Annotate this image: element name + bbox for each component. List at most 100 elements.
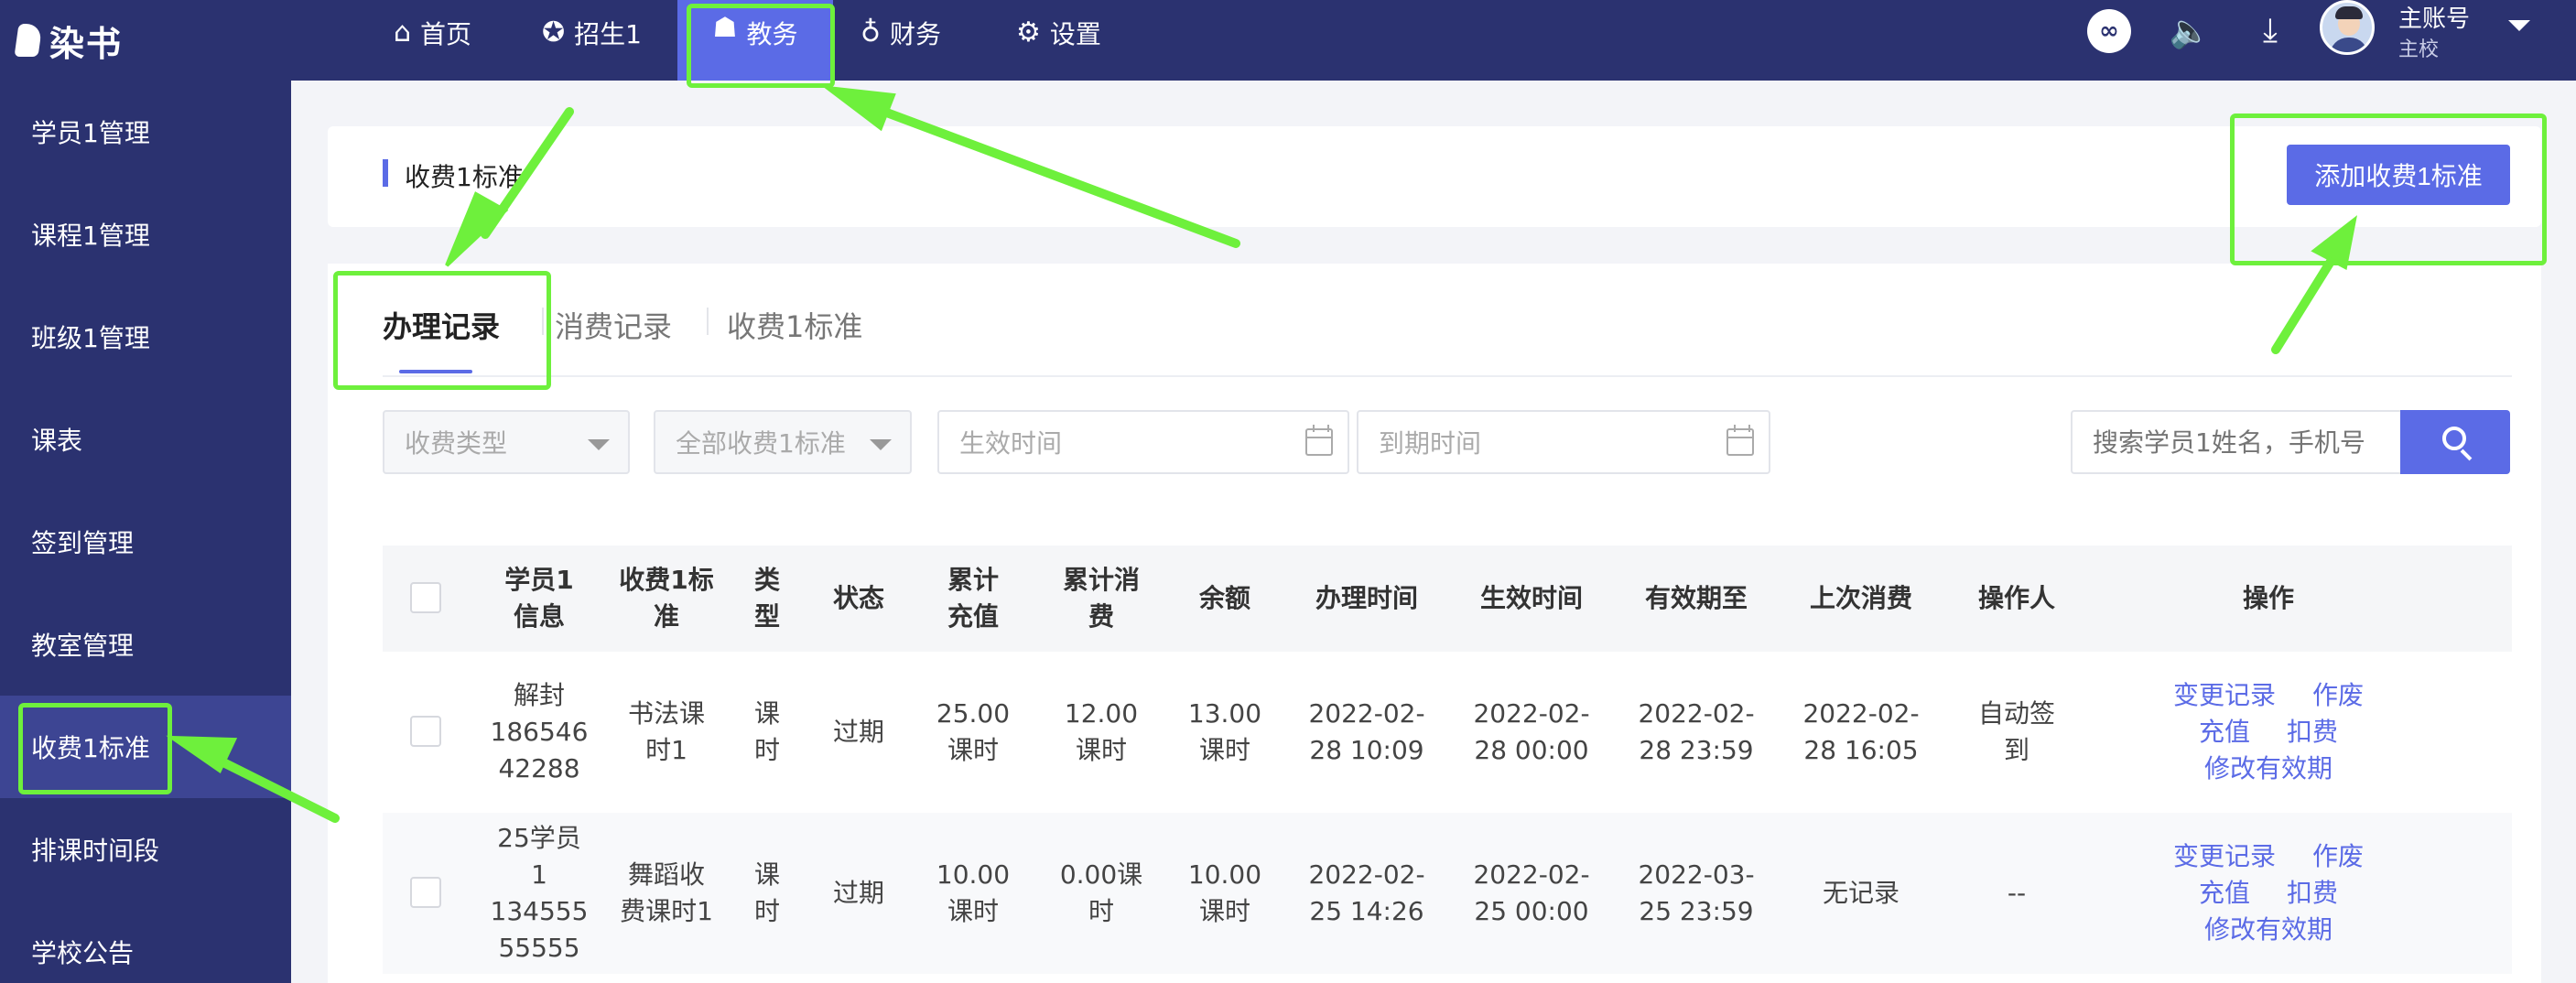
edit-validity-link[interactable]: 修改有效期: [2204, 751, 2332, 787]
sidebar-item-schedule-slots[interactable]: 排课时间段: [0, 798, 291, 901]
fee-type-select[interactable]: 收费类型: [383, 410, 630, 474]
nav-recruit[interactable]: ✪ 招生1: [542, 0, 642, 66]
nav-settings[interactable]: ⚙ 设置: [1016, 0, 1101, 66]
header-status: 状态: [832, 583, 884, 613]
chevron-down-icon: [588, 439, 610, 450]
speaker-icon[interactable]: 🔈: [2168, 9, 2212, 53]
deduct-link[interactable]: 扣费: [2287, 714, 2338, 751]
cell-balance: 10.00 课时: [1187, 859, 1262, 926]
cell-fee-standard: 舞蹈收 费课时1: [620, 859, 713, 926]
fee-standard-select[interactable]: 全部收费1标准: [654, 410, 912, 474]
header-operator: 操作人: [1977, 583, 2055, 613]
change-history-link[interactable]: 变更记录: [2173, 677, 2276, 714]
main-content: 收费1标准 添加收费1标准 办理记录 消费记录 收费1标准 收费类型 全部收费1…: [291, 81, 2576, 983]
tab-consumption-records[interactable]: 消费记录: [555, 304, 672, 346]
nav-finance[interactable]: ♁ 财务: [860, 0, 941, 66]
sidebar-item-classrooms[interactable]: 教室管理: [0, 593, 291, 696]
table-header: 学员1 信息 收费1标准 类型 状态 累计 充值 累计消费 余额 办理时间 生效时间…: [383, 546, 2512, 652]
sidebar-item-students[interactable]: 学员1管理: [0, 81, 291, 183]
expiry-date-placeholder: 到期时间: [1379, 428, 1482, 459]
header-total-recharge: 累计 充值: [947, 565, 999, 632]
tab-fee-standard[interactable]: 收费1标准: [727, 304, 862, 346]
top-navigation-bar: 染书 ⌂ 首页 ✪ 招生1 ☗ 教务 ♁ 财务 ⚙ 设置 ∞ 🔈 ⤓ 主账号 主…: [0, 0, 2576, 81]
chevron-down-icon[interactable]: [2508, 20, 2530, 31]
tab-bar: 办理记录 消费记录 收费1标准: [383, 264, 2512, 377]
sidebar-item-timetable[interactable]: 课表: [0, 388, 291, 491]
nav-academic-label: 教务: [746, 19, 798, 49]
account-school: 主校: [2398, 38, 2440, 61]
sidebar-item-label: 班级1管理: [31, 323, 150, 353]
chevron-down-icon: [870, 439, 892, 450]
nav-home[interactable]: ⌂ 首页: [394, 0, 471, 66]
sidebar-item-fee-standard[interactable]: 收费1标准: [0, 696, 291, 798]
nav-academic[interactable]: ☗ 教务: [677, 0, 833, 81]
cell-operator: 自动签到: [1977, 698, 2055, 765]
expiry-date-picker[interactable]: 到期时间: [1357, 410, 1770, 474]
edit-validity-link[interactable]: 修改有效期: [2204, 912, 2332, 948]
tab-divider: [542, 308, 544, 335]
recharge-link[interactable]: 充值: [2199, 714, 2250, 751]
student-search-input[interactable]: [2071, 410, 2402, 474]
nav-home-label: 首页: [420, 19, 472, 49]
sidebar-item-announcements[interactable]: 学校公告: [0, 901, 291, 983]
download-icon[interactable]: ⤓: [2248, 9, 2292, 53]
sidebar-item-classes[interactable]: 班级1管理: [0, 286, 291, 388]
graduation-cap-icon: ☗: [712, 12, 738, 44]
search-icon-handle: [2460, 448, 2473, 461]
header-fee-standard: 收费1标准: [619, 565, 714, 632]
row-checkbox[interactable]: [410, 716, 441, 747]
cell-total-consumed: 0.00课时: [1059, 859, 1143, 926]
cell-last-consume: 无记录: [1822, 878, 1900, 908]
row-actions: 变更记录 作废 充值 扣费 修改有效期: [2122, 677, 2415, 787]
tab-handling-records[interactable]: 办理记录: [383, 304, 500, 346]
deduct-link[interactable]: 扣费: [2287, 875, 2338, 912]
account-name[interactable]: 主账号: [2398, 0, 2470, 34]
effective-date-placeholder: 生效时间: [959, 428, 1063, 459]
sidebar-item-label: 收费1标准: [31, 733, 150, 763]
header-accent-bar: [383, 159, 388, 187]
avatar[interactable]: [2320, 0, 2375, 55]
select-all-checkbox[interactable]: [410, 582, 441, 613]
recruit-icon: ✪: [542, 16, 566, 49]
calendar-icon: [1726, 425, 1754, 456]
header-handled-time: 办理时间: [1315, 583, 1418, 613]
sidebar-item-label: 学员1管理: [31, 118, 150, 148]
header-last-consume: 上次消费: [1809, 583, 1912, 613]
fee-type-placeholder: 收费类型: [405, 428, 508, 459]
page-title: 收费1标准: [405, 162, 524, 192]
cell-status: 过期: [832, 878, 884, 908]
money-bag-icon: ♁: [860, 16, 881, 49]
effective-date-picker[interactable]: 生效时间: [937, 410, 1349, 474]
header-balance: 余额: [1198, 583, 1250, 613]
add-fee-standard-button[interactable]: 添加收费1标准: [2287, 145, 2510, 205]
cell-fee-standard: 书法课 时1: [627, 698, 705, 765]
void-link[interactable]: 作废: [2312, 677, 2364, 714]
recharge-link[interactable]: 充值: [2199, 875, 2250, 912]
app-logo[interactable]: 染书: [14, 9, 123, 71]
cell-total-recharge: 25.00 课时: [936, 698, 1011, 765]
sidebar-item-courses[interactable]: 课程1管理: [0, 183, 291, 286]
link-icon[interactable]: ∞: [2087, 9, 2131, 53]
search-button[interactable]: [2400, 410, 2510, 474]
cell-status: 过期: [832, 717, 884, 747]
table-row: 25学员 1 134555 55555 舞蹈收 费课时1 课时 过期 10.00 课时 0…: [383, 813, 2512, 974]
sidebar: 学员1管理 课程1管理 班级1管理 课表 签到管理 教室管理 收费1标准 排课时…: [0, 81, 291, 983]
cell-student: 解封 186546 42288: [490, 680, 589, 783]
cell-total-recharge: 10.00 课时: [936, 859, 1011, 926]
header-actions: 操作: [2242, 583, 2294, 613]
cell-valid-until: 2022-03- 25 23:59: [1638, 859, 1755, 926]
cell-total-consumed: 12.00 课时: [1064, 698, 1139, 765]
header-valid-until: 有效期至: [1644, 583, 1748, 613]
row-checkbox[interactable]: [410, 877, 441, 908]
tab-divider: [707, 308, 709, 335]
change-history-link[interactable]: 变更记录: [2173, 838, 2276, 875]
cell-balance: 13.00 课时: [1187, 698, 1262, 765]
cell-handled-time: 2022-02- 25 14:26: [1308, 859, 1425, 926]
void-link[interactable]: 作废: [2312, 838, 2364, 875]
fee-standard-placeholder: 全部收费1标准: [676, 428, 846, 459]
row-actions: 变更记录 作废 充值 扣费 修改有效期: [2122, 838, 2415, 948]
sidebar-item-attendance[interactable]: 签到管理: [0, 491, 291, 593]
gear-icon: ⚙: [1016, 16, 1041, 49]
table-row: 解封 186546 42288 书法课 时1 课时 过期 25.00 课时 12.00 课…: [383, 652, 2512, 813]
header-type: 类型: [753, 565, 780, 632]
